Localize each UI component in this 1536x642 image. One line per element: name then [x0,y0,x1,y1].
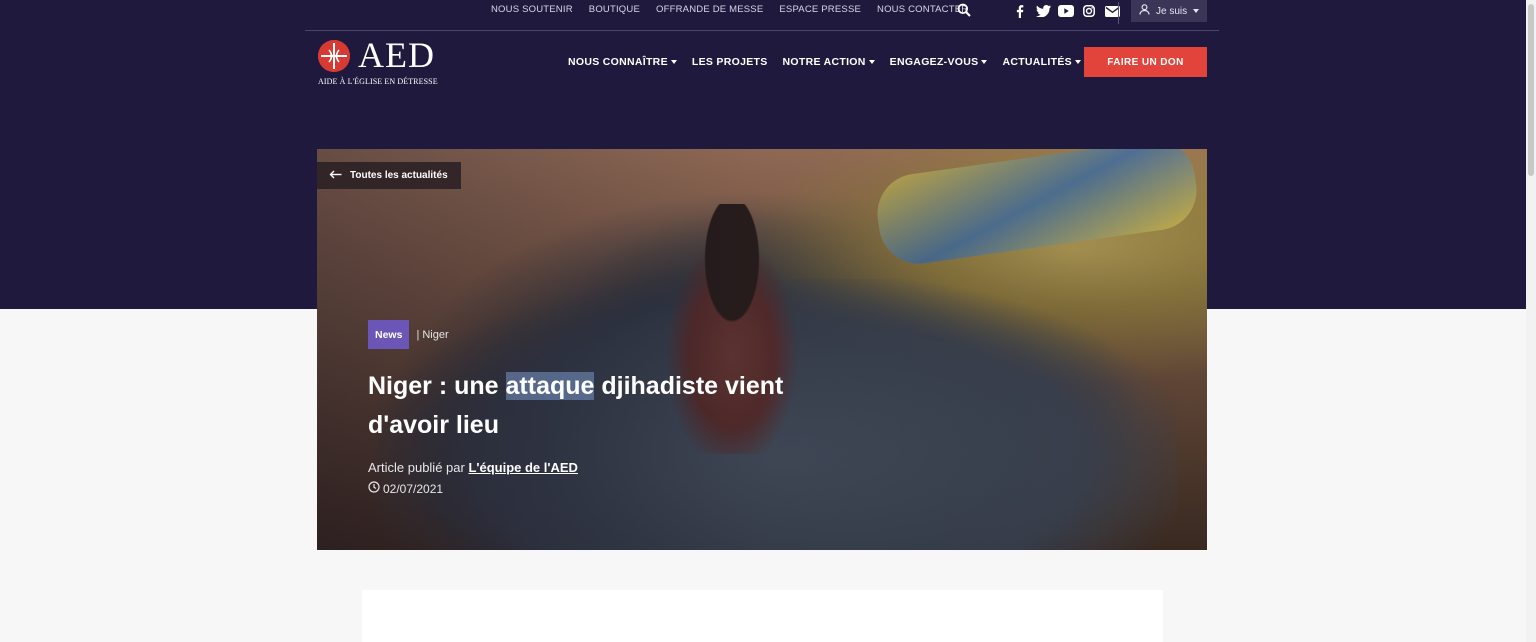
nav-item-label: ACTUALITÉS [1002,56,1072,68]
category-tag[interactable]: News [368,320,410,349]
logo-subtitle: AIDE À L'ÉGLISE EN DÉTRESSE [318,77,438,86]
nav-item-label: NOUS CONNAÎTRE [568,56,668,68]
top-links: NOUS SOUTENIR BOUTIQUE OFFRANDE DE MESSE… [491,4,984,16]
top-link-nous-contacter[interactable]: NOUS CONTACTER [877,4,968,16]
facebook-icon[interactable] [1012,4,1028,18]
article-meta-tags: News | Niger [368,320,449,349]
top-link-nous-soutenir[interactable]: NOUS SOUTENIR [491,4,573,16]
search-icon[interactable] [957,3,971,17]
nav-item-label: LES PROJETS [691,56,768,68]
social-links [1012,4,1120,18]
donate-button[interactable]: FAIRE UN DON [1084,47,1207,77]
date-text: 02/07/2021 [383,481,444,496]
clock-icon [368,481,380,496]
article-date: 02/07/2021 [368,481,443,496]
top-divider [1118,2,1119,24]
logo-cross-icon [318,40,350,72]
logo-name: AED [358,35,435,75]
back-to-news-link[interactable]: Toutes les actualités [317,162,461,189]
user-menu-label: Je suis [1156,5,1188,17]
nav-item-engagez-vous[interactable]: ENGAGEZ-VOUS [890,56,988,68]
title-selected-word: attaque [505,372,595,400]
top-link-offrande-de-messe[interactable]: OFFRANDE DE MESSE [656,4,763,16]
nav-item-label: ENGAGEZ-VOUS [889,56,979,68]
article-byline: Article publié par L'équipe de l'AED [368,460,578,475]
nav-item-nous-connaitre[interactable]: NOUS CONNAÎTRE [568,56,677,68]
nav-item-actualites[interactable]: ACTUALITÉS [1002,56,1081,68]
site-logo[interactable]: AED AIDE À L'ÉGLISE EN DÉTRESSE [318,35,443,88]
author-link[interactable]: L'équipe de l'AED [468,460,577,475]
arrow-left-icon [329,170,342,182]
user-menu-dropdown[interactable]: Je suis [1131,0,1207,22]
location-tag: | Niger [416,328,449,341]
top-link-espace-presse[interactable]: ESPACE PRESSE [779,4,861,16]
twitter-icon[interactable] [1035,4,1051,18]
nav-item-les-projets[interactable]: LES PROJETS [692,56,768,68]
chevron-down-icon [981,60,988,64]
user-icon [1139,4,1150,18]
top-utility-bar: NOUS SOUTENIR BOUTIQUE OFFRANDE DE MESSE… [305,0,1219,31]
chevron-down-icon [670,60,677,64]
chevron-down-icon [1074,60,1081,64]
main-nav: NOUS CONNAÎTRE LES PROJETS NOTRE ACTION … [568,56,1096,68]
instagram-icon[interactable] [1081,4,1097,18]
back-link-label: Toutes les actualités [350,170,448,181]
top-link-boutique[interactable]: BOUTIQUE [589,4,640,16]
youtube-icon[interactable] [1058,4,1074,18]
article-content-card [362,590,1163,642]
chevron-down-icon [1193,9,1200,13]
chevron-down-icon [868,60,875,64]
hero-overlay [317,149,1207,550]
article-title: Niger : une attaque djihadiste vient d'a… [368,367,848,445]
article-hero: Toutes les actualités News | Niger Niger… [317,149,1207,550]
nav-item-label: NOTRE ACTION [782,56,866,68]
nav-item-notre-action[interactable]: NOTRE ACTION [783,56,875,68]
byline-prefix: Article publié par [368,460,469,475]
scrollbar-thumb[interactable] [1528,4,1534,176]
title-part: Niger : une [368,372,506,400]
